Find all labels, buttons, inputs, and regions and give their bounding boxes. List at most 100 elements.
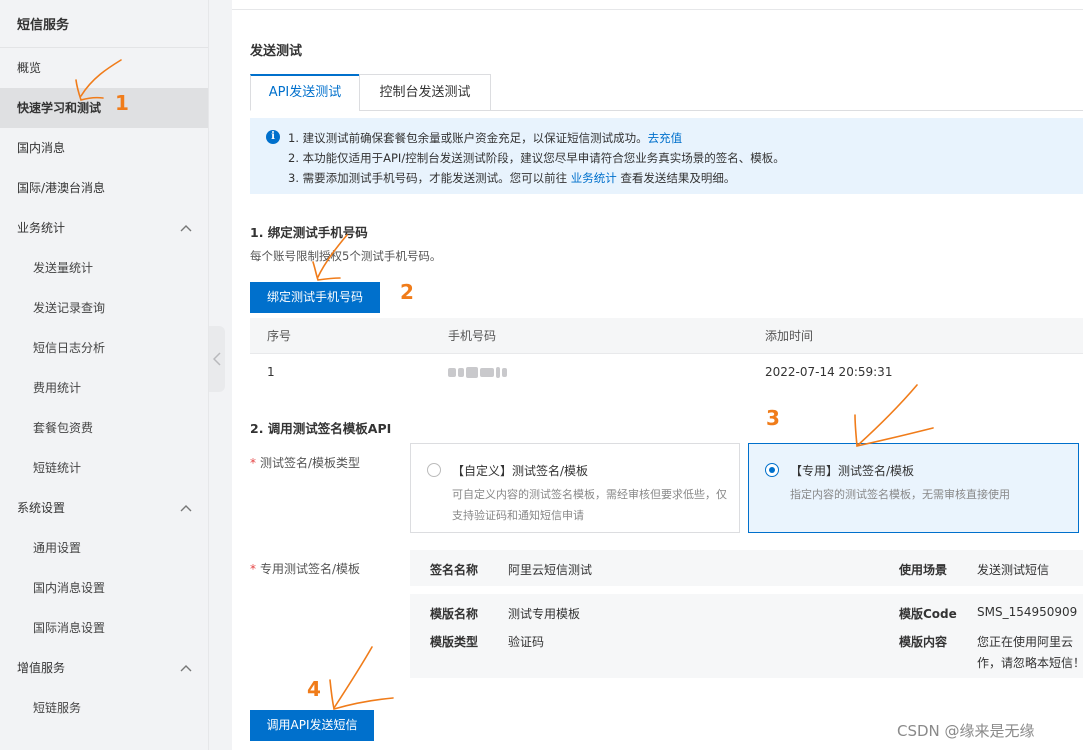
tpl-code-value: SMS_154950909 [977,605,1078,619]
tpl-name-value: 测试专用模板 [508,607,581,621]
recharge-link[interactable]: 去充值 [648,131,683,145]
sidebar-item[interactable]: 短链统计 [0,448,208,488]
annotation-number-1: 1 [115,91,129,115]
chevron-left-icon [213,352,221,366]
sidebar-item-label: 国内消息 [17,141,66,155]
sidebar-item[interactable]: 国内消息 [0,128,208,168]
tpl-type-value: 验证码 [508,635,545,649]
table-row: 1 2022-07-14 20:59:31 [250,354,1083,390]
main-panel: 发送测试 API发送测试 控制台发送测试 i 1. 建议测试前确保套餐包余量或账… [232,0,1083,750]
sidebar-item[interactable]: 国际消息设置 [0,608,208,648]
option-dedicated-card[interactable]: 【专用】测试签名/模板 指定内容的测试签名模板，无需审核直接使用 [748,443,1079,533]
sidebar-item-label: 费用统计 [33,381,82,395]
sidebar-item-label: 国际消息设置 [33,621,106,635]
sidebar-title: 短信服务 [0,0,208,48]
call-api-send-button[interactable]: 调用API发送短信 [250,710,374,741]
sidebar-menu: 概览快速学习和测试 国内消息国际/港澳台消息 业务统计发送量统计发送记录查询 短信日志… [0,48,208,728]
sidebar-item[interactable]: 快速学习和测试 [0,88,208,128]
option-custom-desc: 可自定义内容的测试签名模板，需经审核但要求低些，仅支持验证码和通知短信申请 [452,488,727,522]
annotation-number-2: 2 [400,280,414,304]
radio-dedicated[interactable] [765,463,779,477]
notice-line-2: 2. 本功能仅适用于API/控制台发送测试阶段，建议您尽早申请符合您业务真实场景… [288,151,785,165]
scene-value: 发送测试短信 [977,563,1050,577]
sidebar-item-label: 短信日志分析 [33,341,106,355]
sign-name-value: 阿里云短信测试 [508,563,593,577]
type-label-text: 测试签名/模板类型 [260,456,361,470]
sidebar-item[interactable]: 套餐包资费 [0,408,208,448]
tab-console-send-test[interactable]: 控制台发送测试 [359,74,491,111]
notice-line-1: 1. 建议测试前确保套餐包余量或账户资金充足，以保证短信测试成功。去充值 [266,128,1083,148]
sidebar-item[interactable]: 通用设置 [0,528,208,568]
row-time: 2022-07-14 20:59:31 [765,365,893,379]
annotation-number-4: 4 [307,677,321,701]
option-custom-title: 【自定义】测试签名/模板 [452,464,589,478]
section-title: 发送测试 [250,44,303,59]
sidebar-item-label: 国际/港澳台消息 [17,181,106,195]
sidebar-item-label: 概览 [17,61,42,75]
col-time: 添加时间 [765,329,814,343]
type-label: * 测试签名/模板类型 [250,454,360,471]
sidebar-item[interactable]: 国际/港澳台消息 [0,168,208,208]
sidebar-item[interactable]: 短信日志分析 [0,328,208,368]
sidebar-item[interactable]: 发送记录查询 [0,288,208,328]
stats-link[interactable]: 业务统计 [571,171,617,185]
sidebar-item[interactable]: 国内消息设置 [0,568,208,608]
scene-key: 使用场景 [899,563,948,577]
info-icon: i [266,130,280,144]
sidebar-item-label: 业务统计 [17,221,66,235]
sign-info-box: 签名名称 阿里云短信测试 使用场景 发送测试短信 [410,550,1083,586]
chevron-up-icon[interactable] [178,488,194,528]
sidebar-item-label: 增值服务 [17,661,66,675]
sidebar-item-label: 短链服务 [33,701,82,715]
option-dedicated-title: 【专用】测试签名/模板 [790,464,915,478]
phone-blurred [448,366,514,379]
watermark: CSDN @缘来是无缘 [897,722,1035,740]
option-custom-card[interactable]: 【自定义】测试签名/模板 可自定义内容的测试签名模板，需经审核但要求低些，仅支持… [410,443,740,533]
option-dedicated-desc: 指定内容的测试签名模板，无需审核直接使用 [790,488,1010,501]
tpl-content-key: 模版内容 [899,635,948,649]
tpl-name-key: 模版名称 [430,607,479,621]
template-info-box: 模版名称 测试专用模板 模版类型 验证码 模版Code SMS_15495090… [410,594,1083,678]
phone-table: 序号 手机号码 添加时间 1 2022-07-14 20:59:31 [250,318,1083,390]
chevron-up-icon[interactable] [178,648,194,688]
col-index: 序号 [267,329,292,343]
sidebar: 短信服务 概览快速学习和测试 国内消息国际/港澳台消息 业务统计发送量统计发送记录查… [0,0,209,750]
sidebar-item-label: 发送记录查询 [33,301,106,315]
notice-text-3a: 3. 需要添加测试手机号码，才能发送测试。您可以前往 [288,171,568,185]
sidebar-item-label: 套餐包资费 [33,421,94,435]
tab-bar: API发送测试 控制台发送测试 [250,74,1083,111]
radio-custom[interactable] [427,463,441,477]
sidebar-item-label: 系统设置 [17,501,66,515]
sidebar-item-label: 快速学习和测试 [17,101,102,115]
step1-title: 1. 绑定测试手机号码 [250,225,368,240]
col-phone: 手机号码 [448,329,497,343]
sidebar-item[interactable]: 系统设置 [0,488,208,528]
notice-line-3: 3. 需要添加测试手机号码，才能发送测试。您可以前往 业务统计 查看发送结果及明… [266,168,1083,188]
sidebar-item[interactable]: 增值服务 [0,648,208,688]
chevron-up-icon[interactable] [178,208,194,248]
sidebar-item-label: 通用设置 [33,541,82,555]
required-mark: * [250,456,256,470]
bind-phone-button[interactable]: 绑定测试手机号码 [250,282,380,313]
tpl-content-line2: 作，请忽略本短信！ [977,656,1083,670]
step2-title: 2. 调用测试签名模板API [250,421,392,436]
sidebar-item[interactable]: 短链服务 [0,688,208,728]
tpl-code-key: 模版Code [899,607,957,621]
sidebar-item-label: 短链统计 [33,461,82,475]
tpl-type-key: 模版类型 [430,635,479,649]
tpl-content-line1: 您正在使用阿里云 [977,635,1074,649]
notice-text-1: 1. 建议测试前确保套餐包余量或账户资金充足，以保证短信测试成功。 [288,131,648,145]
sidebar-collapse-handle[interactable] [209,326,225,392]
template-label-text: 专用测试签名/模板 [260,562,361,576]
sidebar-item[interactable]: 费用统计 [0,368,208,408]
sidebar-item[interactable]: 发送量统计 [0,248,208,288]
row-index: 1 [267,365,275,379]
sidebar-item[interactable]: 业务统计 [0,208,208,248]
template-label: * 专用测试签名/模板 [250,560,360,577]
required-mark: * [250,562,256,576]
notice-box: i 1. 建议测试前确保套餐包余量或账户资金充足，以保证短信测试成功。去充值 2… [250,118,1083,194]
notice-text-3b: 查看发送结果及明细。 [620,171,736,185]
tab-api-send-test[interactable]: API发送测试 [250,74,360,111]
annotation-number-3: 3 [766,406,780,430]
sidebar-item[interactable]: 概览 [0,48,208,88]
